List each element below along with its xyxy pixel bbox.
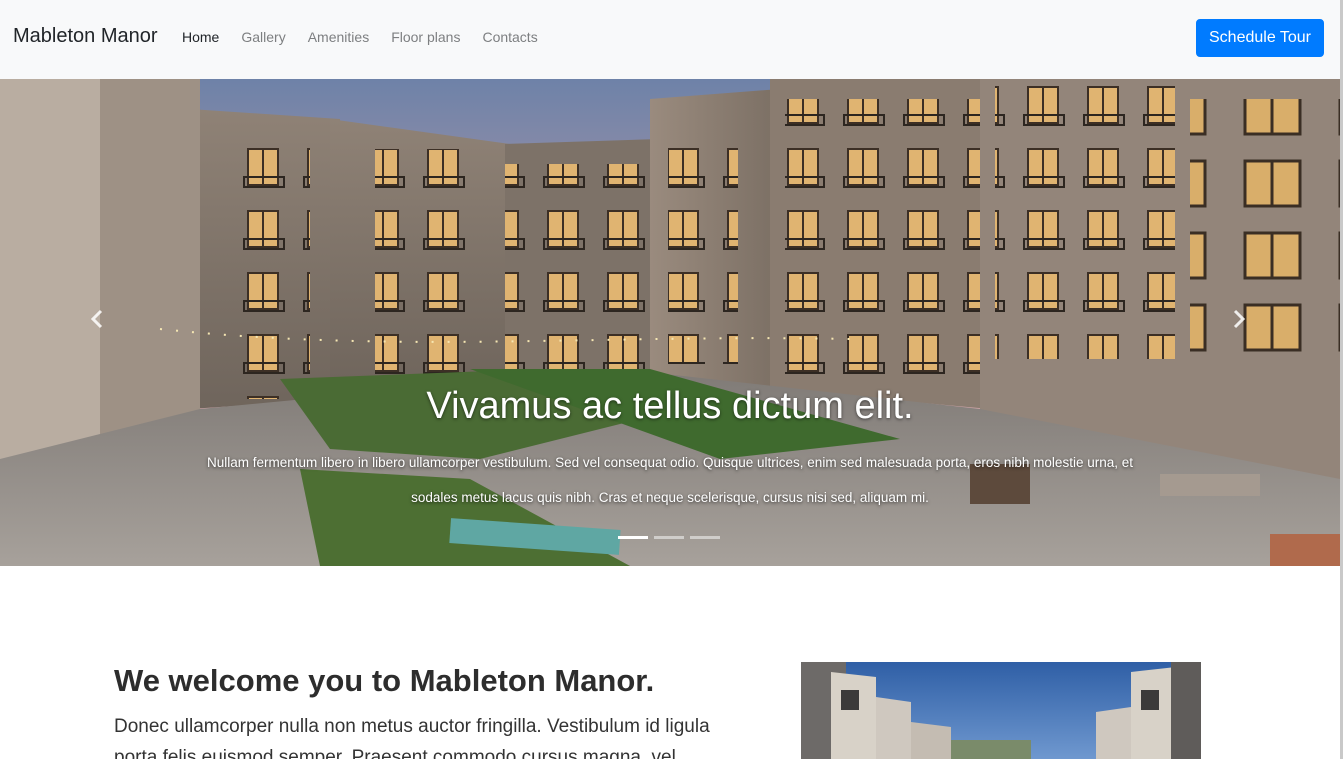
- carousel-indicator-2[interactable]: [654, 536, 684, 539]
- carousel-caption-title: Vivamus ac tellus dictum elit.: [426, 385, 914, 427]
- nav-link-contacts[interactable]: Contacts: [482, 29, 537, 45]
- navbar: Mableton Manor Home Gallery Amenities Fl…: [0, 0, 1343, 79]
- brand-logo-text[interactable]: Mableton Manor: [13, 25, 158, 48]
- carousel-indicator-3[interactable]: [690, 536, 720, 539]
- nav-link-home[interactable]: Home: [182, 29, 219, 45]
- welcome-paragraph: Donec ullamcorper nulla non metus auctor…: [114, 716, 710, 759]
- carousel-caption-text: Nullam fermentum libero in libero ullamc…: [207, 455, 1133, 505]
- nav-link-amenities[interactable]: Amenities: [308, 29, 369, 45]
- nav-link-gallery[interactable]: Gallery: [241, 29, 285, 45]
- hero-carousel: Vivamus ac tellus dictum elit. Nullam fe…: [0, 79, 1340, 566]
- welcome-building-photo: [801, 662, 1201, 759]
- carousel-next-icon[interactable]: [1226, 307, 1250, 331]
- welcome-heading: We welcome you to Mableton Manor.: [114, 663, 655, 698]
- nav-links: Home Gallery Amenities Floor plans Conta…: [182, 29, 560, 45]
- carousel-indicators: [618, 536, 720, 539]
- carousel-prev-icon[interactable]: [86, 307, 110, 331]
- nav-link-floor-plans[interactable]: Floor plans: [391, 29, 460, 45]
- schedule-tour-button[interactable]: Schedule Tour: [1196, 19, 1324, 57]
- carousel-indicator-1[interactable]: [618, 536, 648, 539]
